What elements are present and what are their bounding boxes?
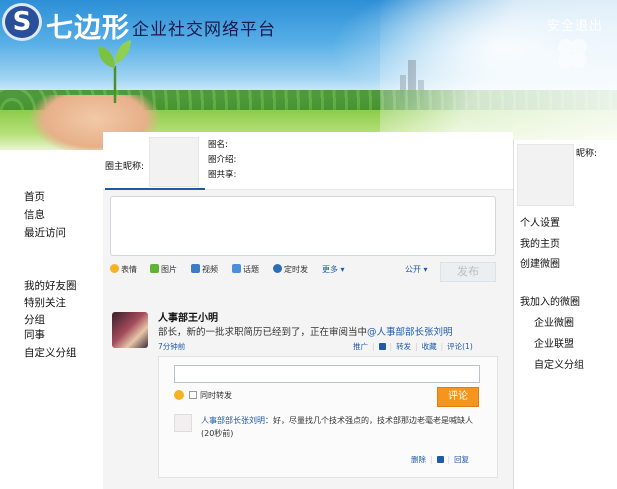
reply-body: ：好，尽量找几个技术强点的，技术部那边老毫老是喊缺人: [265, 416, 473, 425]
user-avatar[interactable]: [517, 144, 574, 206]
repost-checkbox[interactable]: [189, 391, 197, 399]
timer-icon: [273, 264, 282, 273]
owner-nickname-label: 圈主昵称:: [105, 162, 145, 172]
post-author-avatar[interactable]: [112, 312, 148, 348]
emoji-icon: [110, 264, 119, 273]
separator: |: [440, 342, 444, 351]
right-panel: 昵称: 个人设置 我的主页 创建微圈 我加入的微圈 企业微圈 企业联盟 自定义分…: [513, 140, 617, 489]
comment-link[interactable]: 评论(1): [447, 342, 473, 351]
post-mention-link[interactable]: @人事部部长张刘明: [367, 327, 453, 338]
thumb-up-icon[interactable]: [436, 455, 444, 464]
nav-special-follow[interactable]: 特别关注: [24, 295, 66, 310]
nav-groups[interactable]: 分组: [24, 312, 45, 327]
feed-area: 表情 图片 视频 话题 定时发 更多 ▾ 公开 ▾ 发布 人事部王小明 部长，新…: [103, 190, 513, 489]
tool-topic-label: 话题: [243, 265, 259, 274]
comment-area: 同时转发 评论 人事部部长张刘明：好，尽量找几个技术强点的，技术部那边老毫老是喊…: [158, 356, 498, 478]
separator: |: [389, 342, 393, 351]
logo-s-icon[interactable]: S: [2, 3, 42, 41]
menu-my-homepage[interactable]: 我的主页: [520, 235, 560, 250]
tool-emoji-label: 表情: [121, 265, 137, 274]
thumb-up-icon[interactable]: [378, 342, 386, 351]
post-card: 人事部王小明 部长，新的一批求职简历已经到了，正在审阅当中@人事部部长张刘明 7…: [110, 286, 506, 486]
joined-enterprise-alliance[interactable]: 企业联盟: [534, 335, 574, 350]
nav-custom-groups[interactable]: 自定义分组: [24, 345, 77, 360]
circle-share-label: 圈共享:: [208, 170, 237, 180]
circle-name-label: 圈名:: [208, 140, 228, 150]
comment-emoji-icon[interactable]: [174, 390, 184, 400]
comment-submit-button[interactable]: 评论: [437, 387, 479, 407]
circle-info-panel: 圈主昵称: 圈名: 圈介绍: 圈共享:: [103, 132, 513, 190]
visibility-label: 公开: [405, 265, 421, 274]
circle-intro-label: 圈介绍:: [208, 155, 237, 165]
joined-enterprise-circle[interactable]: 企业微圈: [534, 314, 574, 329]
tool-emoji[interactable]: 表情: [110, 264, 137, 275]
visibility-select[interactable]: 公开 ▾: [405, 264, 428, 275]
tool-timer-label: 定时发: [284, 265, 308, 274]
nav-home[interactable]: 首页: [24, 189, 45, 204]
video-icon: [191, 264, 200, 273]
compose-toolbar: 表情 图片 视频 话题 定时发 更多 ▾ 公开 ▾ 发布: [110, 262, 500, 282]
delete-reply-link[interactable]: 删除: [411, 455, 426, 464]
tool-picture-label: 图片: [161, 265, 177, 274]
nav-messages[interactable]: 信息: [24, 207, 45, 222]
separator: |: [415, 342, 418, 351]
post-time[interactable]: 7分钟前: [158, 341, 185, 352]
joined-circles-title: 我加入的微圈: [520, 297, 580, 308]
logo-subtitle: 企业社交网络平台: [132, 20, 276, 40]
favorite-link[interactable]: 收藏: [422, 342, 437, 351]
chevron-down-icon: ▾: [423, 265, 428, 274]
left-nav: 首页 信息 最近访问 我的好友圈 特别关注 分组 同事 自定义分组: [0, 150, 103, 489]
reply-link[interactable]: 回复: [454, 455, 469, 464]
repost-checkbox-label: 同时转发: [200, 391, 232, 400]
compose-textarea[interactable]: [110, 196, 496, 256]
tool-topic[interactable]: 话题: [232, 264, 259, 275]
tool-more-label: 更多: [322, 265, 338, 274]
tool-video[interactable]: 视频: [191, 264, 218, 275]
menu-personal-settings[interactable]: 个人设置: [520, 214, 560, 229]
promote-link[interactable]: 推广: [353, 342, 368, 351]
logout-link[interactable]: 安全退出: [547, 15, 603, 34]
nickname-label: 昵称:: [576, 149, 598, 159]
separator: |: [372, 342, 375, 351]
nav-recent-visits[interactable]: 最近访问: [24, 225, 66, 240]
owner-avatar[interactable]: [149, 137, 199, 187]
tool-more[interactable]: 更多 ▾: [322, 264, 345, 275]
comment-input[interactable]: [174, 365, 480, 383]
joined-custom-group[interactable]: 自定义分组: [534, 356, 584, 371]
reply-author-link[interactable]: 人事部部长张刘明: [201, 416, 265, 425]
post-body: 部长，新的一批求职简历已经到了，正在审阅当中@人事部部长张刘明: [158, 324, 453, 338]
publish-button[interactable]: 发布: [440, 262, 496, 282]
sprout-icon: [98, 40, 131, 103]
clover-icon: [558, 39, 587, 68]
reply-actions: 删除 | | 回复: [411, 454, 469, 465]
reply-author-avatar[interactable]: [174, 414, 192, 432]
menu-create-circle[interactable]: 创建微圈: [520, 255, 560, 270]
post-author[interactable]: 人事部王小明: [158, 309, 218, 324]
separator: |: [430, 455, 433, 464]
tool-picture[interactable]: 图片: [150, 264, 177, 275]
nav-friend-circle[interactable]: 我的好友圈: [24, 278, 77, 293]
separator: |: [447, 455, 451, 464]
reply-text: 人事部部长张刘明：好，尽量找几个技术强点的，技术部那边老毫老是喊缺人 (20秒前): [201, 414, 481, 440]
tool-video-label: 视频: [202, 265, 218, 274]
nav-colleagues[interactable]: 同事: [24, 327, 45, 342]
repost-link[interactable]: 转发: [396, 342, 411, 351]
topic-icon: [232, 264, 241, 273]
post-actions: 推广 | | 转发 | 收藏 | 评论(1): [353, 341, 473, 352]
tool-timer[interactable]: 定时发: [273, 264, 308, 275]
logo-title: 七边形: [46, 13, 130, 44]
picture-icon: [150, 264, 159, 273]
reply-time: (20秒前): [201, 429, 234, 438]
post-body-text: 部长，新的一批求职简历已经到了，正在审阅当中: [158, 327, 368, 338]
